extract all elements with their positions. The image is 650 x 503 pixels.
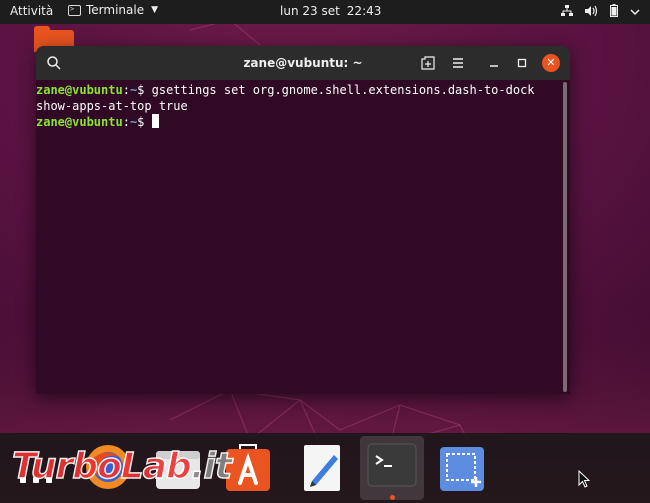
system-tray[interactable] — [561, 4, 640, 20]
clock-time: 22:43 — [346, 4, 382, 18]
terminal-line: show-apps-at-top true — [36, 99, 188, 113]
top-bar: Attività > Terminale ▼ lun 23 set 22:43 — [0, 0, 650, 24]
activities-button[interactable]: Attività — [10, 4, 53, 18]
new-tab-icon[interactable] — [420, 55, 436, 71]
hamburger-menu-icon[interactable] — [450, 55, 466, 71]
clock-date: lun 23 set — [280, 4, 340, 18]
terminal-app-icon: > — [68, 4, 81, 16]
network-icon[interactable] — [561, 4, 573, 20]
terminal-window[interactable]: zane@vubuntu: ~ ✕ zane@vubuntu:~$ gsetti… — [36, 46, 570, 394]
text-cursor — [151, 114, 159, 128]
terminal-line: zane@vubuntu:~$ gsettings set org.gnome.… — [36, 83, 535, 97]
close-icon[interactable]: ✕ — [542, 54, 560, 72]
terminal-dock-icon[interactable] — [360, 436, 424, 500]
terminal-line: zane@vubuntu:~$ — [36, 114, 570, 130]
clock[interactable]: lun 23 set 22:43 — [280, 4, 381, 18]
terminal-scrollbar[interactable] — [563, 82, 567, 392]
terminal-titlebar[interactable]: zane@vubuntu: ~ ✕ — [36, 46, 570, 80]
minimize-icon[interactable] — [486, 55, 502, 71]
turbolab-watermark: TurboLab.it — [11, 445, 233, 488]
running-indicator — [390, 495, 395, 500]
volume-icon[interactable] — [585, 5, 598, 20]
battery-icon[interactable] — [610, 4, 618, 20]
screenshot-icon[interactable] — [436, 441, 488, 493]
power-menu-icon[interactable] — [630, 5, 640, 19]
terminal-output[interactable]: zane@vubuntu:~$ gsettings set org.gnome.… — [36, 80, 570, 394]
mouse-pointer-icon — [578, 470, 590, 488]
app-menu[interactable]: > Terminale ▼ — [68, 3, 158, 17]
maximize-icon[interactable] — [514, 55, 530, 71]
caret-down-icon: ▼ — [151, 5, 159, 15]
text-editor-icon[interactable] — [296, 441, 348, 493]
app-menu-label: Terminale — [86, 3, 145, 17]
